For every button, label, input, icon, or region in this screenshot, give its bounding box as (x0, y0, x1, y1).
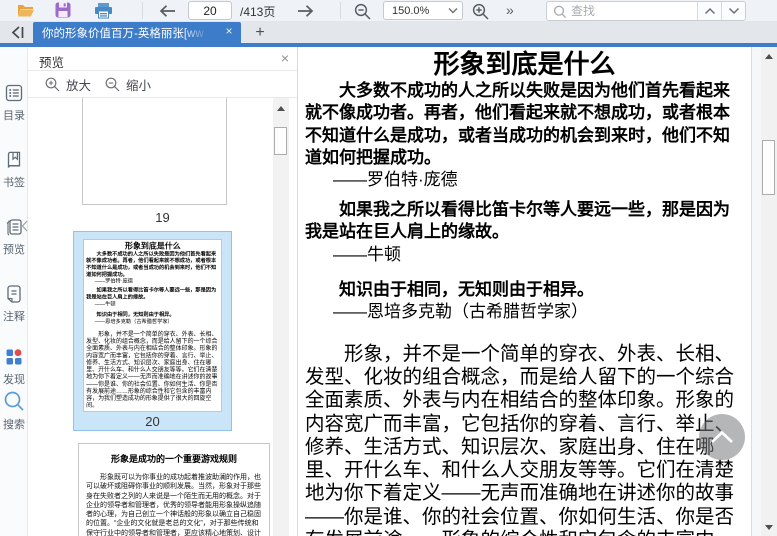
thumbnail-page-20-selected[interactable]: 形象到底是什么 大多数不成功的人之所以失败是因为他们首先看起来就不像成功者。再者… (73, 231, 232, 431)
document-scrollbar-thumb[interactable] (762, 140, 775, 195)
thumbnail-page-20-content: 形象到底是什么 大多数不成功的人之所以失败是因为他们首先看起来就不像成功者。再者… (83, 239, 222, 412)
thumb-zoom-out-label[interactable]: 缩小 (126, 75, 151, 94)
preview-scrollbar[interactable] (273, 98, 289, 536)
chevron-up-icon (704, 7, 715, 15)
zoom-level-value: 150.0% (392, 4, 430, 17)
thumb21-title: 形象是成功的一个重要游戏规则 (110, 454, 237, 464)
active-panel-notch (21, 220, 28, 232)
sidebar-item-search[interactable]: 搜索 (0, 390, 28, 432)
thumb-zoom-out-icon[interactable] (105, 77, 120, 92)
sidebar-item-discover[interactable]: 发现 (0, 347, 28, 387)
more-tools-icon[interactable]: » (506, 2, 514, 18)
chevron-up-icon (711, 430, 733, 443)
thumb21-body: 形象既可以为你事业的成功起着推波助澜的作用，也可以破坏或阻碍你事业的顺利发展。当… (86, 474, 261, 536)
thumbnail-page-19[interactable] (82, 98, 227, 205)
new-tab-button[interactable]: + (250, 22, 270, 43)
body-paragraph: 形象，并不是一个简单的穿衣、外表、长相、发型、化妆的组合概念，而是给人留下的一个… (305, 343, 735, 536)
document-tab[interactable]: 你的形象价值百万-英格丽张[ww × (33, 22, 241, 43)
preview-panel-close-icon[interactable]: × (281, 50, 289, 66)
chevron-down-icon (728, 7, 739, 15)
thumb-zoom-in-label[interactable]: 放大 (66, 75, 91, 94)
search-box (546, 1, 746, 21)
document-scroll-down-icon[interactable] (765, 525, 773, 530)
annotation-icon (7, 285, 21, 303)
mini-attr-1: ——罗伯特·庞德 (94, 278, 133, 284)
mini-quote-3: 知识由于相同，无知则由于相异。 (96, 311, 175, 318)
print-icon[interactable] (94, 2, 113, 24)
search-icon (553, 5, 567, 18)
preview-panel-header: 预览 × (28, 47, 297, 71)
search-input[interactable] (571, 3, 697, 19)
quote-3-attribution: ——恩培多克勒（古希腊哲学家） (333, 302, 588, 322)
mini-quote-2: 如果我之所以看得比笛卡尔等人要远一些，那是因为我是站在巨人肩上的缘故。 (86, 287, 217, 300)
document-view-area: 形象到底是什么 大多数不成功的人之所以失败是因为他们首先看起来就不像成功者。再者… (298, 47, 777, 536)
sidebar-item-annotations[interactable]: 注释 (0, 284, 28, 324)
document-tab-title: 你的形象价值百万-英格丽张[ww (42, 27, 204, 40)
toolbar-separator (340, 2, 341, 19)
quote-1-attribution: ——罗伯特·庞德 (333, 170, 458, 190)
thumbnail-number-19: 19 (155, 210, 170, 225)
zoom-level-dropdown[interactable]: 150.0% (383, 1, 463, 20)
sidebar-label-annotations: 注释 (3, 311, 25, 323)
preview-scrollbar-thumb[interactable] (274, 127, 287, 155)
previous-page-icon[interactable] (158, 4, 177, 23)
tab-close-icon[interactable]: × (222, 24, 236, 38)
scroll-to-top-button[interactable] (699, 414, 745, 460)
discover-icon (6, 349, 22, 365)
quote-1: 大多数不成功的人之所以失败是因为他们首先看起来就不像成功者。再者，他们看起来就不… (305, 81, 730, 167)
sidebar-label-bookmarks: 书签 (3, 177, 25, 189)
sidebar-item-bookmarks[interactable]: 书签 (0, 150, 28, 190)
save-icon[interactable] (55, 2, 71, 23)
sidebar-item-toc[interactable]: 目录 (0, 83, 28, 123)
quote-3: 知识由于相同，无知则由于相异。 (339, 279, 594, 299)
document-scroll-up-icon[interactable] (765, 54, 773, 59)
find-next-button[interactable] (721, 2, 745, 20)
mini-doc-title: 形象到底是什么 (124, 240, 181, 251)
page-total-label: /413页 (240, 5, 276, 19)
document-page: 形象到底是什么 大多数不成功的人之所以失败是因为他们首先看起来就不像成功者。再者… (298, 47, 752, 536)
next-page-icon[interactable] (296, 4, 315, 23)
document-title: 形象到底是什么 (433, 49, 616, 79)
chevron-down-icon (448, 7, 458, 13)
toc-icon (5, 84, 23, 102)
panel-search-icon (4, 391, 24, 411)
main-toolbar: /413页 150.0% » (0, 0, 777, 22)
sidebar-label-discover: 发现 (3, 374, 25, 386)
quote-2: 如果我之所以看得比笛卡尔等人要远一些，那是因为我是站在巨人肩上的缘故。 (305, 200, 730, 242)
sidebar-label-toc: 目录 (3, 110, 25, 122)
bookmark-icon (7, 151, 21, 168)
mini-attr-2: ——牛顿 (94, 300, 116, 307)
thumbnail-list: 19 形象到底是什么 大多数不成功的人之所以失败是因为他们首先看起来就不像成功者… (28, 98, 297, 536)
navigation-sidebar: 目录 书签 预览 注释 发现 搜索 (0, 47, 28, 536)
thumbnail-page-21[interactable]: 形象是成功的一个重要游戏规则 形象既可以为你事业的成功起着推波助澜的作用，也可以… (78, 443, 270, 536)
document-scrollbar[interactable] (761, 47, 777, 536)
tab-bar: 你的形象价值百万-英格丽张[ww × + (0, 22, 777, 43)
sidebar-label-search: 搜索 (3, 419, 25, 431)
preview-panel-toolbar: 放大 缩小 (28, 71, 297, 98)
preview-panel: 预览 × 放大 缩小 19 形象到底是什么 大多数不成功的人之所以失败是因为他们… (28, 47, 298, 536)
preview-scroll-up-icon[interactable] (277, 106, 285, 111)
mini-quote-1: 大多数不成功的人之所以失败是因为他们首先看起来就不像成功者。再者，他们看起来就不… (86, 250, 217, 277)
find-previous-button[interactable] (697, 2, 721, 20)
collapse-tabs-icon[interactable] (6, 23, 28, 42)
sidebar-label-preview: 预览 (3, 244, 25, 256)
mini-body-paragraph: 形象，并不是一个简单的穿衣、外表、长相、发型、化妆的组合概念，而是给人留下的一个… (86, 330, 218, 409)
page-number-input[interactable] (188, 1, 232, 20)
open-file-icon[interactable] (16, 2, 35, 24)
thumb-zoom-in-icon[interactable] (45, 77, 60, 92)
mini-attr-3: ——恩培多克勒（古希腊哲学家） (94, 318, 173, 325)
thumbnail-number-20: 20 (145, 414, 160, 429)
preview-panel-title: 预览 (39, 56, 65, 70)
quote-2-attribution: ——牛顿 (333, 244, 401, 264)
toolbar-separator (142, 2, 143, 19)
